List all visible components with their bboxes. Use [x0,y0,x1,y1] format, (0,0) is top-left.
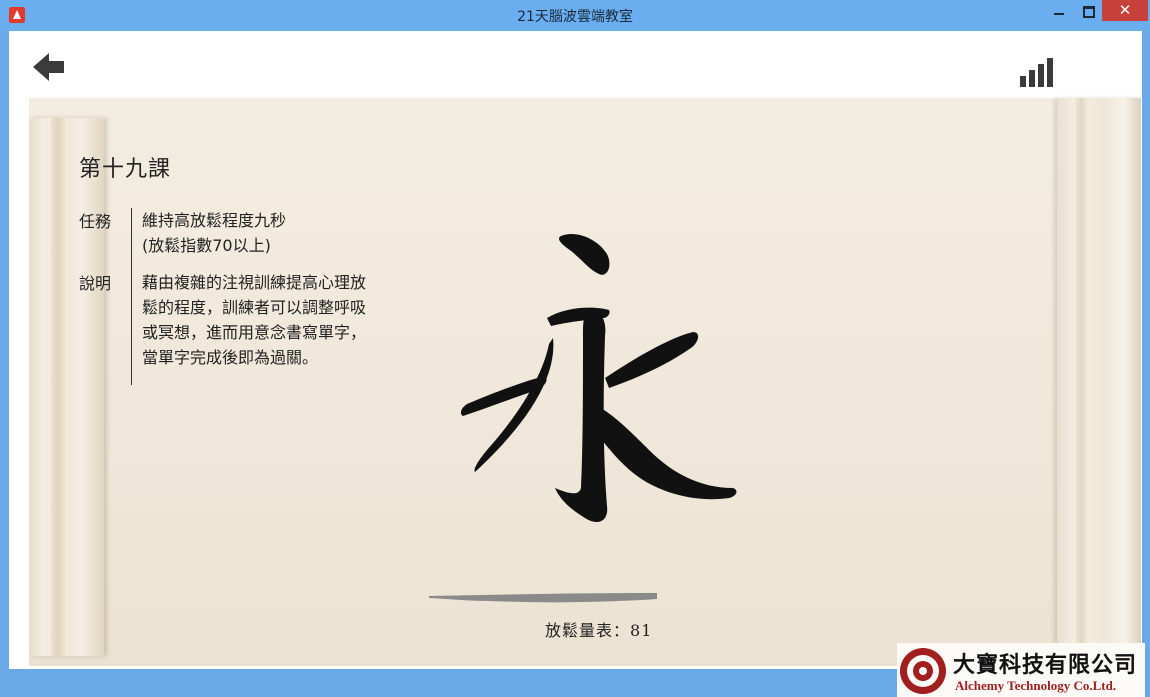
calligraphy-character [460,234,737,522]
description-label: 說明 [79,274,112,293]
signal-strength-icon[interactable] [1020,57,1060,87]
close-button[interactable]: ✕ [1102,0,1148,21]
lesson-title: 第十九課 [79,157,172,182]
close-icon: ✕ [1118,1,1132,19]
minimize-icon [1054,13,1064,15]
task-label: 任務 [79,212,112,231]
back-arrow-icon[interactable] [33,51,69,83]
task-line: (放鬆指數70以上) [142,236,271,255]
task-text: 維持高放鬆程度九秒 (放鬆指數70以上) [142,208,286,258]
description-line: 當單字完成後即為過關。 [142,348,319,367]
minimize-button[interactable] [1045,0,1075,22]
description-line: 藉由複雜的注視訓練提高心理放 [142,273,367,292]
window-title: 21天腦波雲端教室 [517,9,633,25]
maximize-icon [1083,6,1095,18]
description-line: 鬆的程度，訓練者可以調整呼吸 [142,298,367,317]
app-client-area: 第十九課 任務 說明 維持高放鬆程度九秒 (放鬆指數70以上) 藉由複雜的注視訓… [9,31,1145,697]
scroll-roller-left [29,118,104,656]
relaxation-meter-value: 81 [630,621,653,640]
description-text: 藉由複雜的注視訓練提高心理放 鬆的程度，訓練者可以調整呼吸 或冥想，進而用意念書… [142,270,404,370]
relaxation-meter-label: 放鬆量表： [545,621,631,640]
maximize-button[interactable] [1075,0,1102,22]
company-name-chinese: 大寶科技有限公司 [953,652,1138,678]
window-titlebar: 21天腦波雲端教室 ✕ [0,0,1150,31]
relaxation-meter-bar [429,593,657,603]
scroll-roller-right [1057,98,1141,666]
company-banner: 大寶科技有限公司 Alchemy Technology Co.Ltd. [897,643,1145,697]
info-divider [131,208,132,385]
relaxation-meter-readout: 放鬆量表：81 [545,617,652,641]
company-name-english: Alchemy Technology Co.Ltd. [955,678,1117,693]
description-line: 或冥想，進而用意念書寫單字， [142,323,367,342]
company-logo-icon [900,648,946,694]
task-line: 維持高放鬆程度九秒 [142,211,287,230]
